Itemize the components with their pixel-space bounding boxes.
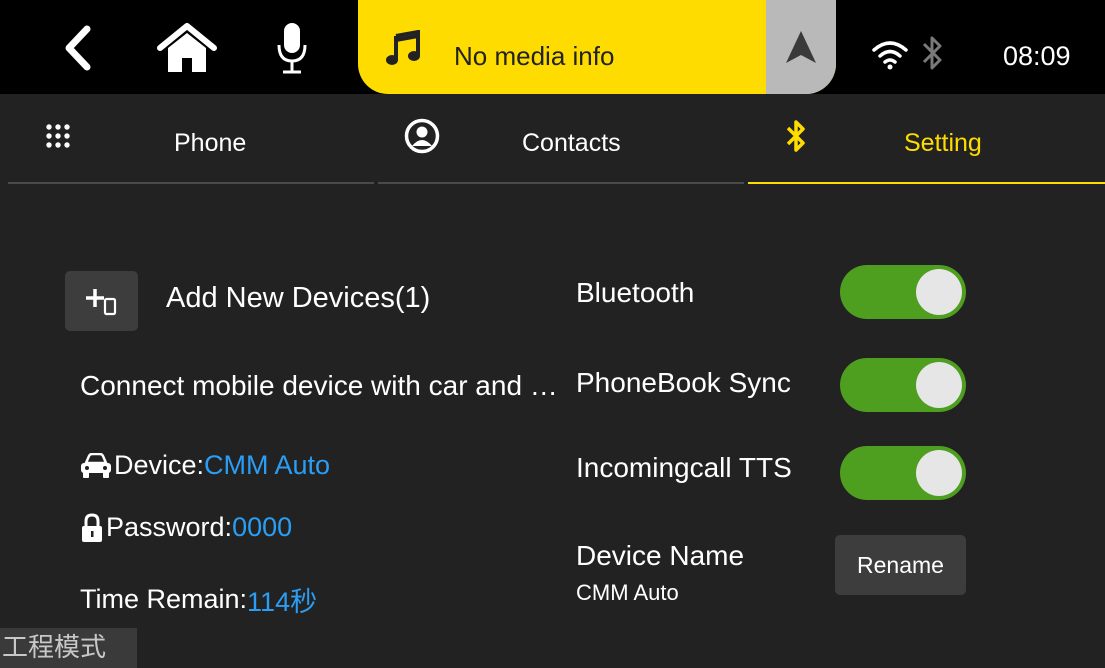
time-value: 114秒 [247,587,318,617]
toggle-knob [916,269,962,315]
back-icon[interactable] [50,20,106,76]
bluetooth-icon [922,36,942,70]
navigation-button[interactable] [766,0,836,94]
bluetooth-toggle[interactable] [840,265,966,319]
time-remaining: Time Remain: 114秒 [80,580,317,619]
phonebook-sync-toggle[interactable] [840,358,966,412]
password-label: Password: [106,512,233,542]
device-value: CMM Auto [204,450,331,480]
device-name-value: CMM Auto [576,580,679,605]
media-info-text: No media info [454,41,615,71]
home-icon[interactable] [156,20,218,76]
dialpad-icon [38,116,78,156]
add-device-button[interactable] [65,271,138,331]
microphone-icon[interactable] [270,20,314,76]
password-value: 0000 [232,512,293,542]
bluetooth-label: Bluetooth [576,277,695,308]
rename-button[interactable]: Rename [835,535,966,595]
incoming-call-tts-toggle[interactable] [840,446,966,500]
device-label: Device: [114,450,205,480]
music-note-icon [386,30,420,65]
toggle-knob [916,362,962,408]
lock-icon [82,512,102,542]
tab-bar: Phone Contacts Setting [0,94,1105,186]
car-icon [81,452,111,478]
add-phone-icon [85,289,116,316]
bluetooth-icon [776,116,816,156]
add-devices-label[interactable]: Add New Devices(1) [166,282,430,315]
status-bar: No media info 08:09 [0,0,1105,94]
phonebook-sync-label: PhoneBook Sync [576,367,791,398]
wifi-icon [872,41,908,70]
tab-setting-underline [748,182,1105,184]
navigation-arrow-icon [786,31,816,63]
tab-contacts-underline [378,182,744,184]
tab-setting-label: Setting [904,129,982,157]
device-name-label: Device Name [576,540,745,571]
device-info: Device: CMM Auto [80,450,330,481]
tab-phone-underline [8,182,374,184]
media-widget[interactable]: No media info [358,0,836,94]
time-label: Time Remain: [80,584,248,614]
tab-setting[interactable]: Setting [748,94,1105,186]
tab-contacts-label: Contacts [522,129,621,157]
clock: 08:09 [1003,41,1071,71]
contacts-icon [402,116,442,156]
tab-phone[interactable]: Phone [8,94,374,186]
connect-instruction: Connect mobile device with car and enjoy… [80,370,568,401]
tab-phone-label: Phone [174,129,247,157]
toggle-knob [916,450,962,496]
password-info: Password: 0000 [80,512,292,543]
incoming-call-tts-label: Incomingcall TTS [576,452,792,483]
engineering-mode-button[interactable]: 工程模式 [0,628,137,668]
tab-contacts[interactable]: Contacts [378,94,744,186]
